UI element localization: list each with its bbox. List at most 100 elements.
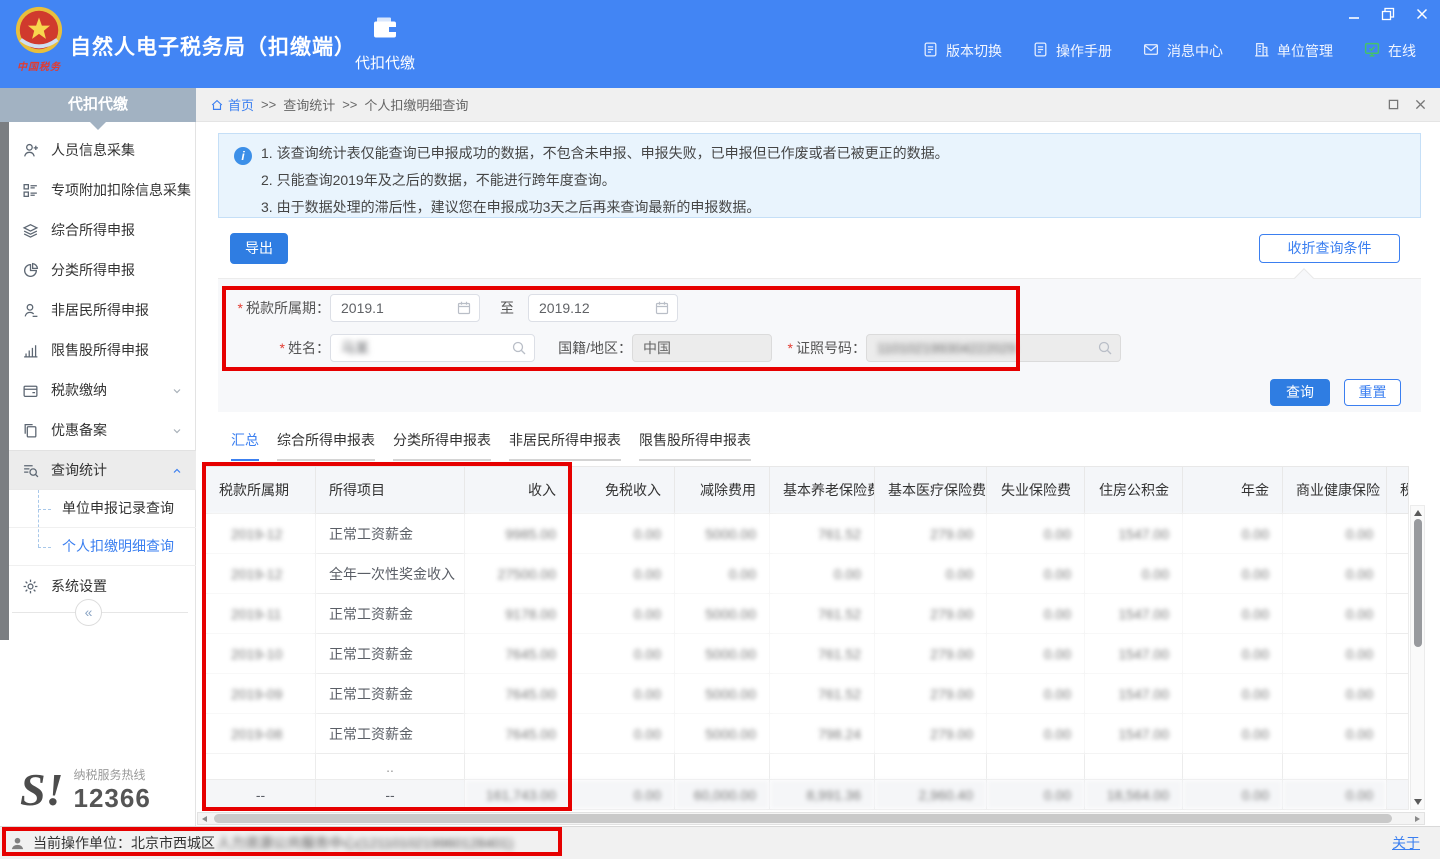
tab-5[interactable]: 限售股所得申报表 <box>639 430 751 461</box>
period-from-input[interactable]: 2019.1 <box>330 294 480 322</box>
table-cell: 0.00 <box>987 714 1085 754</box>
sidebar-item[interactable]: 专项附加扣除信息采集 <box>9 170 196 210</box>
column-header: 税 <box>1387 467 1409 514</box>
tab-3[interactable]: 分类所得申报表 <box>393 430 491 461</box>
sidebar-item[interactable]: 综合所得申报 <box>9 210 196 250</box>
table-total-cell: 0.00 <box>1183 780 1283 810</box>
column-header: 减除费用 <box>675 467 770 514</box>
table-cell <box>1183 754 1283 780</box>
app-title: 自然人电子税务局（扣缴端） <box>70 31 356 61</box>
name-input[interactable]: 马某 <box>330 334 535 362</box>
collapse-query-button[interactable]: 收折查询条件 <box>1259 234 1400 263</box>
id-number-input[interactable]: 110102199304222029 <box>866 334 1121 362</box>
scroll-left-icon[interactable] <box>202 816 207 822</box>
table-cell <box>1085 754 1183 780</box>
top-nav-label: 操作手册 <box>1056 41 1112 61</box>
required-star: * <box>238 300 243 316</box>
sidebar-subitem[interactable]: 个人扣缴明细查询 <box>9 528 196 566</box>
nationality-input[interactable]: 中国 <box>632 334 772 362</box>
table-cell: 0.00 <box>1183 594 1283 634</box>
column-header: 所得项目 <box>316 467 465 514</box>
calendar-icon <box>654 300 670 316</box>
user-icon <box>10 836 25 851</box>
module-tab-daikou-daijiao[interactable]: 代扣代缴 <box>345 13 425 73</box>
close-icon[interactable] <box>1414 6 1430 22</box>
table-cell: 7645.00 <box>465 634 570 674</box>
sidebar-item[interactable]: 优惠备案 <box>9 410 196 450</box>
reset-button[interactable]: 重置 <box>1344 379 1401 406</box>
table-cell: 1547.00 <box>1085 634 1183 674</box>
table-total-cell: 161,743.00 <box>465 780 570 810</box>
table-cell: 279.00 <box>875 674 987 714</box>
about-link[interactable]: 关于 <box>1392 833 1420 853</box>
table-cell: 正常工资薪金 <box>316 674 465 714</box>
sidebar-item-label: 系统设置 <box>51 576 107 596</box>
column-header: 年金 <box>1183 467 1283 514</box>
tab-2[interactable]: 综合所得申报表 <box>277 430 375 461</box>
table-total-cell: 2,960.40 <box>875 780 987 810</box>
scroll-right-icon[interactable] <box>1415 816 1420 822</box>
table-cell <box>570 754 675 780</box>
sidebar-collapse-button[interactable]: « <box>75 599 102 626</box>
nationality-label: 国籍/地区： <box>540 334 632 362</box>
restore-icon[interactable] <box>1380 6 1396 22</box>
sidebar-subitem[interactable]: 单位申报记录查询 <box>9 490 196 528</box>
sidebar-item-label: 限售股所得申报 <box>51 340 149 360</box>
table-cell: 正常工资薪金 <box>316 514 465 554</box>
notice-box: i 1. 该查询统计表仅能查询已申报成功的数据，不包含未申报、申报失败，已申报但… <box>218 133 1421 218</box>
sidebar-item[interactable]: 分类所得申报 <box>9 250 196 290</box>
table-cell: 2019-09 <box>206 674 316 714</box>
table-cell <box>1387 674 1409 714</box>
sidebar-item[interactable]: 人员信息采集 <box>9 130 196 170</box>
export-button[interactable]: 导出 <box>230 233 288 264</box>
tab-1[interactable]: 汇总 <box>231 430 259 461</box>
table-cell: 7645.00 <box>465 674 570 714</box>
table-cell: 1547.00 <box>1085 674 1183 714</box>
current-unit-label: 当前操作单位： <box>33 833 131 853</box>
scroll-up-icon[interactable] <box>1414 510 1422 516</box>
top-nav-label: 在线 <box>1388 41 1416 61</box>
table-cell: 7645.00 <box>465 714 570 754</box>
table-cell: 0.00 <box>1183 554 1283 594</box>
sidebar-item-label: 优惠备案 <box>51 420 107 440</box>
table-total-cell: 0.00 <box>1283 780 1387 810</box>
scroll-down-icon[interactable] <box>1414 799 1422 805</box>
top-nav-item-3[interactable]: 消息中心 <box>1142 41 1223 61</box>
query-button[interactable]: 查询 <box>1270 379 1330 406</box>
top-nav-item-4[interactable]: 单位管理 <box>1253 41 1333 61</box>
table-cell: 正常工资薪金 <box>316 714 465 754</box>
sidebar-item[interactable]: 限售股所得申报 <box>9 330 196 370</box>
table-cell <box>206 754 316 780</box>
table-cell: 0.00 <box>570 514 675 554</box>
sidebar-scrollbar[interactable] <box>0 88 9 640</box>
table-cell: 0.00 <box>1183 634 1283 674</box>
top-nav-item-2[interactable]: 操作手册 <box>1032 41 1112 61</box>
column-header: 税款所属期 <box>206 467 316 514</box>
minimize-icon[interactable] <box>1346 6 1362 22</box>
vertical-scrollbar[interactable] <box>1410 505 1425 810</box>
vertical-scroll-thumb[interactable] <box>1414 519 1422 647</box>
page-close-icon[interactable] <box>1415 99 1426 110</box>
person-icon <box>22 302 39 319</box>
table-cell: 0.00 <box>1283 634 1387 674</box>
sidebar-item[interactable]: 税款缴纳 <box>9 370 196 410</box>
table-cell: 798.24 <box>770 714 875 754</box>
table-cell <box>875 754 987 780</box>
top-nav-item-5[interactable]: 在线 <box>1363 41 1416 61</box>
query-form-panel: *税款所属期： 2019.1 至 2019.12 *姓名： 马某 国籍/地区： … <box>218 278 1421 412</box>
current-unit-prefix: 北京市西城区 <box>131 833 215 853</box>
table-total-cell: 60,000.00 <box>675 780 770 810</box>
breadcrumb-home[interactable]: 首页 <box>210 95 254 114</box>
sidebar-item[interactable]: 查询统计 <box>9 450 196 490</box>
table-cell: 0.00 <box>987 514 1085 554</box>
page-maximize-icon[interactable] <box>1388 99 1399 110</box>
horizontal-scroll-thumb[interactable] <box>214 814 1392 823</box>
table-total-cell: 8,991.36 <box>770 780 875 810</box>
period-to-input[interactable]: 2019.12 <box>528 294 678 322</box>
table-cell: 0.00 <box>1283 514 1387 554</box>
tab-4[interactable]: 非居民所得申报表 <box>509 430 621 461</box>
horizontal-scrollbar[interactable] <box>197 812 1425 825</box>
sidebar-item[interactable]: 非居民所得申报 <box>9 290 196 330</box>
table-cell: 0.00 <box>570 554 675 594</box>
top-nav-item-1[interactable]: 版本切换 <box>922 41 1002 61</box>
